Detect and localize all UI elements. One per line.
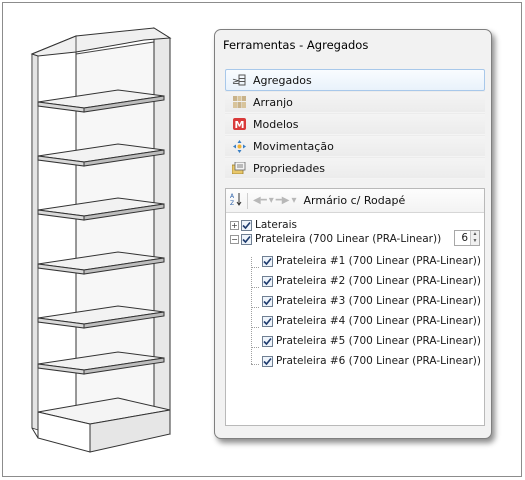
move-icon — [232, 139, 246, 153]
checkbox[interactable] — [241, 233, 252, 245]
tree-node-shelf-2[interactable]: Prateleira #2 (700 Linear (PRA-Linear)) — [262, 272, 481, 290]
tools-menu: ≥ Agregados Arranjo M Modelos Movimentaç… — [225, 69, 485, 179]
checkbox[interactable] — [262, 255, 273, 267]
tree-node-shelf-3[interactable]: Prateleira #3 (700 Linear (PRA-Linear)) — [262, 292, 481, 310]
stepper-down-icon[interactable]: ▼ — [471, 238, 479, 245]
tree-node-shelf-4[interactable]: Prateleira #4 (700 Linear (PRA-Linear)) — [262, 312, 481, 330]
menu-item-label: Modelos — [253, 117, 299, 131]
cabinet-left-side — [31, 35, 77, 435]
tree-node-label: Prateleira #4 (700 Linear (PRA-Linear)) — [276, 315, 481, 327]
tree-toolbar: AZ ◀━ ▾ ━▶ ▾ Armário c/ Rodapé — [226, 189, 484, 213]
shelf-count-value[interactable]: 6 — [455, 231, 470, 245]
tree-node-shelf-5[interactable]: Prateleira #5 (700 Linear (PRA-Linear)) — [262, 332, 481, 350]
checkbox[interactable] — [262, 315, 273, 327]
tree-node-label: Prateleira #5 (700 Linear (PRA-Linear)) — [276, 335, 481, 347]
collapse-icon[interactable]: − — [230, 234, 239, 244]
tree-node-shelf-1[interactable]: Prateleira #1 (700 Linear (PRA-Linear)) — [262, 252, 481, 270]
checkbox[interactable] — [262, 355, 273, 367]
svg-text:≥: ≥ — [232, 77, 240, 86]
menu-item-label: Arranjo — [253, 95, 293, 109]
cabinet-3d-view[interactable] — [24, 24, 184, 456]
back-dropdown-icon[interactable]: ▾ — [269, 195, 274, 206]
stepper-up-icon[interactable]: ▲ — [471, 231, 479, 238]
aggregates-tree: AZ ◀━ ▾ ━▶ ▾ Armário c/ Rodapé + Laterai… — [225, 188, 485, 426]
checkbox[interactable] — [241, 219, 252, 231]
tree-node-label: Prateleira (700 Linear (PRA-Linear)) — [255, 233, 442, 245]
aggregates-icon: ≥ — [232, 73, 246, 87]
panel-title: Ferramentas - Agregados — [223, 38, 369, 52]
menu-item-agregados[interactable]: ≥ Agregados — [225, 69, 485, 91]
tree-toolbar-title: Armário c/ Rodapé — [303, 194, 406, 207]
svg-text:M: M — [234, 120, 244, 130]
expand-icon[interactable]: + — [230, 220, 239, 230]
tree-node-prateleira[interactable]: − Prateleira (700 Linear (PRA-Linear)) — [230, 230, 441, 248]
checkbox[interactable] — [262, 275, 273, 287]
shelf-count-stepper[interactable]: 6 ▲ ▼ — [454, 230, 480, 246]
menu-item-modelos[interactable]: M Modelos — [225, 113, 485, 135]
menu-item-label: Movimentação — [253, 139, 334, 153]
forward-dropdown-icon[interactable]: ▾ — [291, 195, 296, 206]
tree-node-label: Prateleira #3 (700 Linear (PRA-Linear)) — [276, 295, 481, 307]
tree-node-label: Prateleira #2 (700 Linear (PRA-Linear)) — [276, 275, 481, 287]
forward-arrow-icon[interactable]: ━▶ — [276, 195, 290, 206]
arrangement-icon — [232, 95, 246, 109]
menu-item-propriedades[interactable]: Propriedades — [225, 157, 485, 179]
menu-item-arranjo[interactable]: Arranjo — [225, 91, 485, 113]
models-icon: M — [232, 117, 246, 131]
sort-az-icon[interactable]: AZ — [230, 192, 242, 209]
svg-text:Z: Z — [230, 200, 234, 206]
tree-node-shelf-6[interactable]: Prateleira #6 (700 Linear (PRA-Linear)) — [262, 352, 481, 370]
cabinet-left-edge — [31, 53, 39, 431]
checkbox[interactable] — [262, 335, 273, 347]
tools-panel: Ferramentas - Agregados ≥ Agregados Arra… — [214, 29, 492, 439]
tree-node-label: Prateleira #6 (700 Linear (PRA-Linear)) — [276, 355, 481, 367]
menu-item-label: Agregados — [253, 73, 312, 87]
checkbox[interactable] — [262, 295, 273, 307]
menu-item-movimentacao[interactable]: Movimentação — [225, 135, 485, 157]
tree-node-label: Prateleira #1 (700 Linear (PRA-Linear)) — [276, 255, 481, 267]
cabinet-right-side — [153, 27, 171, 435]
back-arrow-icon[interactable]: ◀━ — [253, 195, 267, 206]
menu-item-label: Propriedades — [253, 161, 325, 175]
svg-text:A: A — [230, 193, 235, 200]
properties-icon — [232, 161, 246, 175]
toolbar-separator — [247, 192, 248, 209]
